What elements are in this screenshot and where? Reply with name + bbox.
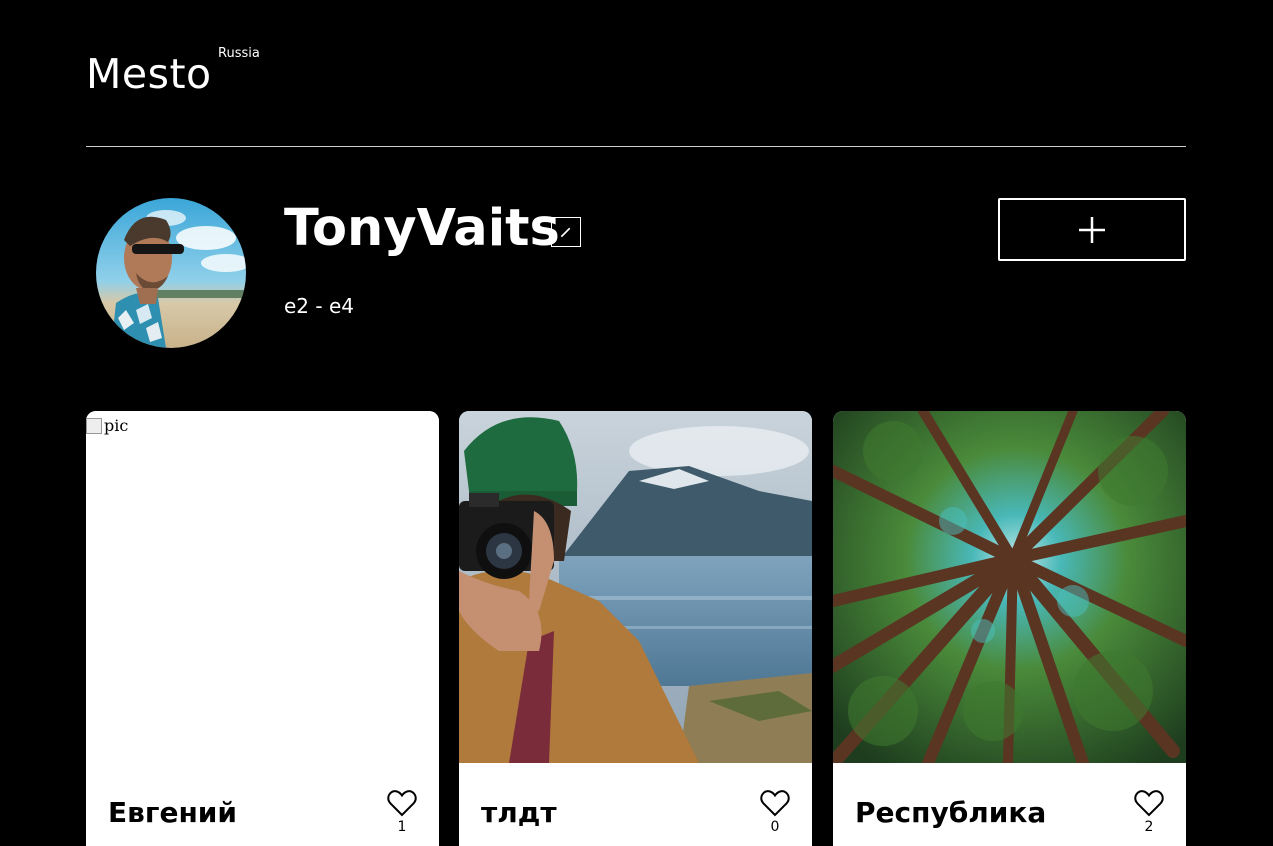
header: Mesto Russia xyxy=(86,40,1186,147)
card-image[interactable]: pic xyxy=(86,411,439,763)
avatar-image xyxy=(96,198,246,348)
card-title: тлдт xyxy=(481,796,557,829)
pencil-icon xyxy=(560,227,571,238)
broken-image-icon xyxy=(86,417,102,434)
card: тлдт 0 xyxy=(459,411,812,846)
like-count: 1 xyxy=(397,819,407,835)
card-image[interactable] xyxy=(459,411,812,763)
like-container: 0 xyxy=(760,789,790,835)
avatar[interactable] xyxy=(96,198,246,348)
cards-grid: pic Евгений 1 тлдт 0 Республика 2 xyxy=(86,411,1186,846)
like-button[interactable] xyxy=(1134,789,1164,817)
card-image-alt: pic xyxy=(104,416,129,435)
heart-icon xyxy=(387,790,417,817)
heart-icon xyxy=(1134,790,1164,817)
like-container: 2 xyxy=(1134,789,1164,835)
like-button[interactable] xyxy=(760,789,790,817)
like-count: 0 xyxy=(770,819,780,835)
logo-region: Russia xyxy=(218,46,260,61)
card-title: Республика xyxy=(855,796,1047,829)
profile: TonyVaits e2 - e4 xyxy=(86,198,1186,348)
profile-name: TonyVaits xyxy=(284,199,560,258)
broken-image-alt: pic xyxy=(86,416,128,435)
add-card-button[interactable] xyxy=(998,198,1186,261)
card-title: Евгений xyxy=(108,796,238,829)
card-photo xyxy=(833,411,1186,763)
logo: Mesto xyxy=(86,50,212,98)
like-count: 2 xyxy=(1144,819,1154,835)
like-container: 1 xyxy=(387,789,417,835)
card: Республика 2 xyxy=(833,411,1186,846)
card-photo xyxy=(459,411,812,763)
card: pic Евгений 1 xyxy=(86,411,439,846)
plus-icon xyxy=(1079,216,1105,243)
edit-profile-button[interactable] xyxy=(551,217,581,247)
heart-icon xyxy=(760,790,790,817)
card-image[interactable] xyxy=(833,411,1186,763)
profile-about: e2 - e4 xyxy=(284,294,354,318)
like-button[interactable] xyxy=(387,789,417,817)
